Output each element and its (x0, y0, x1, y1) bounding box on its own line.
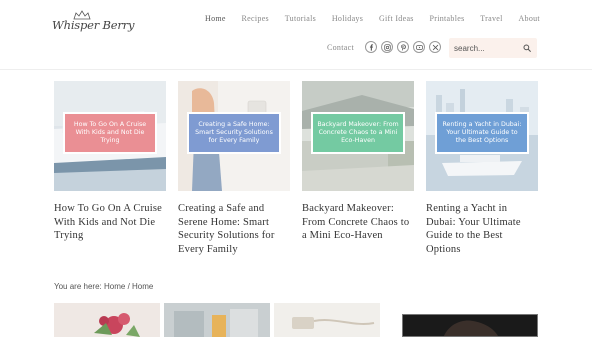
post-thumbnail[interactable]: Creating a Safe Home: Smart Security Sol… (178, 81, 290, 191)
site-header: Whisper Berry Home Recipes Tutorials Hol… (0, 0, 592, 70)
post-title-link[interactable]: Backyard Makeover: From Concrete Chaos t… (302, 202, 414, 243)
post-overlay-title: Renting a Yacht in Dubai: Your Ultimate … (442, 121, 522, 144)
search-button[interactable] (521, 42, 533, 54)
youtube-icon[interactable] (413, 41, 425, 53)
nav-item-gift-ideas[interactable]: Gift Ideas (379, 14, 414, 23)
sidebar-ad-image[interactable] (402, 314, 538, 337)
breadcrumb-home-link[interactable]: Home (104, 282, 125, 291)
crafts-image (164, 303, 270, 337)
breadcrumb-prefix: You are here: (54, 282, 102, 291)
social-links (365, 41, 441, 53)
pinterest-icon[interactable] (397, 41, 409, 53)
post-title-link[interactable]: Renting a Yacht in Dubai: Your Ultimate … (426, 202, 538, 256)
post-thumbnail[interactable]: Backyard Makeover: From Concrete Chaos t… (302, 81, 414, 191)
post-thumbnail[interactable] (274, 303, 380, 337)
breadcrumb: You are here: Home / Home (54, 282, 153, 291)
nav-item-holidays[interactable]: Holidays (332, 14, 363, 23)
post-overlay-card: Creating a Safe Home: Smart Security Sol… (187, 112, 281, 154)
nav-item-travel[interactable]: Travel (480, 14, 502, 23)
post-overlay-title: Backyard Makeover: From Concrete Chaos t… (317, 121, 399, 144)
main-nav: Home Recipes Tutorials Holidays Gift Ide… (205, 14, 540, 23)
featured-post-1[interactable]: How To Go On A Cruise With Kids and Not … (54, 81, 166, 243)
post-overlay-card: Backyard Makeover: From Concrete Chaos t… (311, 112, 405, 154)
x-icon[interactable] (429, 41, 441, 53)
flowers-image (54, 303, 160, 337)
post-thumbnail[interactable]: How To Go On A Cruise With Kids and Not … (54, 81, 166, 191)
featured-post-4[interactable]: Renting a Yacht in Dubai: Your Ultimate … (426, 81, 538, 256)
search-box (449, 38, 537, 58)
portrait-image (403, 315, 537, 336)
post-thumbnail[interactable] (164, 303, 270, 337)
breadcrumb-current: Home (132, 282, 154, 291)
post-overlay-card: Renting a Yacht in Dubai: Your Ultimate … (435, 112, 529, 154)
facebook-icon[interactable] (365, 41, 377, 53)
nav-item-about[interactable]: About (518, 14, 540, 23)
post-overlay-title: How To Go On A Cruise With Kids and Not … (73, 121, 147, 144)
instagram-icon[interactable] (381, 41, 393, 53)
search-input[interactable] (454, 42, 519, 54)
post-title-link[interactable]: How To Go On A Cruise With Kids and Not … (54, 202, 166, 243)
post-title-link[interactable]: Creating a Safe and Serene Home: Smart S… (178, 202, 290, 256)
nav-item-tutorials[interactable]: Tutorials (285, 14, 316, 23)
nav-item-recipes[interactable]: Recipes (242, 14, 269, 23)
featured-post-3[interactable]: Backyard Makeover: From Concrete Chaos t… (302, 81, 414, 243)
post-thumbnail[interactable]: Renting a Yacht in Dubai: Your Ultimate … (426, 81, 538, 191)
ribbon-spool-image (274, 303, 380, 337)
logo-text: Whisper Berry (52, 18, 135, 32)
nav-item-home[interactable]: Home (205, 14, 226, 23)
post-overlay-card: How To Go On A Cruise With Kids and Not … (63, 112, 157, 154)
post-thumbnail[interactable] (54, 303, 160, 337)
site-logo[interactable]: Whisper Berry (52, 10, 134, 42)
nav-item-printables[interactable]: Printables (429, 14, 464, 23)
featured-post-2[interactable]: Creating a Safe Home: Smart Security Sol… (178, 81, 290, 256)
search-icon (523, 44, 531, 52)
nav-item-contact[interactable]: Contact (327, 43, 354, 52)
breadcrumb-separator: / (127, 282, 130, 291)
post-overlay-title: Creating a Safe Home: Smart Security Sol… (195, 121, 273, 144)
